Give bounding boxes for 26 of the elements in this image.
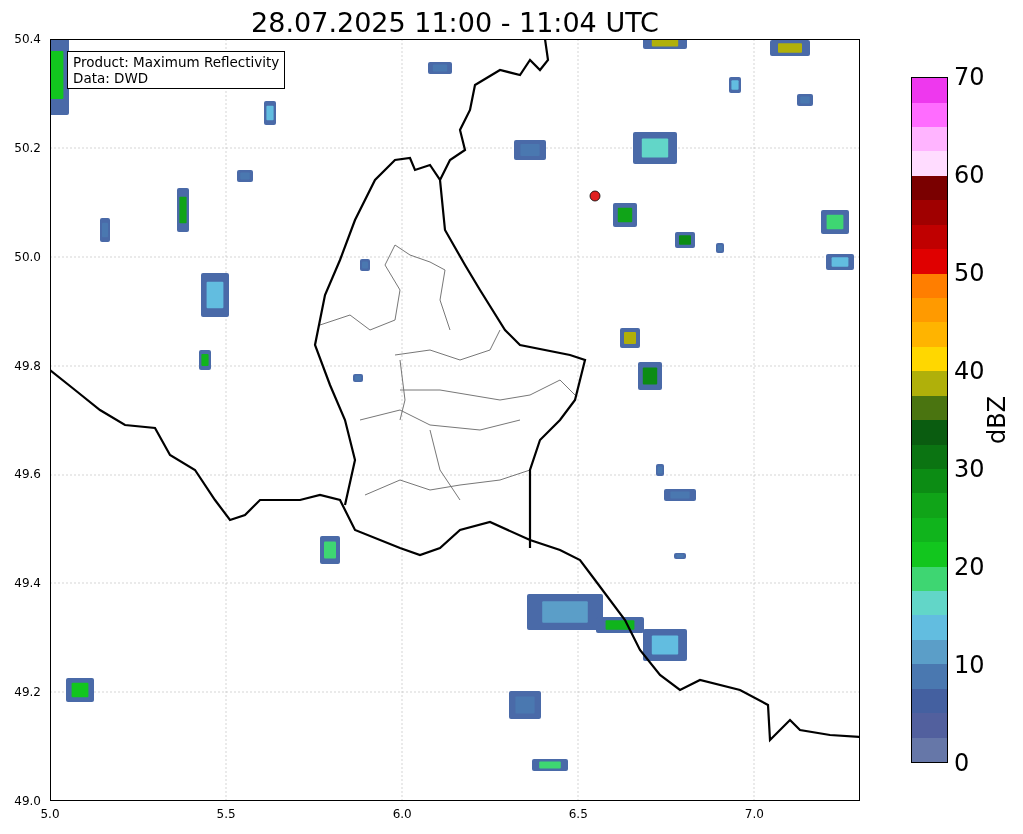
info-text: Product: Maximum Reflectivity [73, 54, 280, 71]
colorbar-tick-label: 0 [954, 751, 970, 775]
colorbar-label: dBZ [983, 395, 1012, 445]
longitude-tick-label: 5.5 [216, 807, 236, 821]
longitude-tick-label: 7.0 [744, 807, 764, 821]
colorbar-tick-label: 30 [954, 457, 985, 481]
longitude-tick-label: 6.0 [392, 807, 412, 821]
latitude-tick-label: 50.2 [14, 140, 41, 155]
latitude-tick-label: 50.4 [14, 32, 41, 46]
colorbar-tick-label: 20 [954, 555, 985, 579]
latitude-tick-label: 49.6 [14, 467, 41, 482]
latitude-tick-label: 49.4 [14, 576, 41, 591]
longitude-tick-label: 5.0 [40, 807, 60, 821]
longitude-tick-label: 6.5 [568, 807, 588, 821]
info-text: Data: DWD [73, 70, 150, 87]
colorbar-tick-label: 70 [954, 65, 985, 89]
latitude-tick-label: 50.0 [14, 249, 41, 264]
colorbar-tick-label: 60 [954, 163, 985, 187]
colorbar-tick-label: 50 [954, 261, 985, 285]
colorbar-tick-label: 10 [954, 653, 985, 677]
location-marker [589, 190, 601, 202]
chart-title: 28.07.2025 11:00 - 11:04 UTC [250, 6, 660, 39]
latitude-tick-label: 49.2 [14, 685, 41, 700]
colorbar-tick-label: 40 [954, 359, 985, 383]
latitude-tick-label: 49.0 [14, 794, 41, 808]
latitude-tick-label: 49.8 [14, 358, 41, 373]
